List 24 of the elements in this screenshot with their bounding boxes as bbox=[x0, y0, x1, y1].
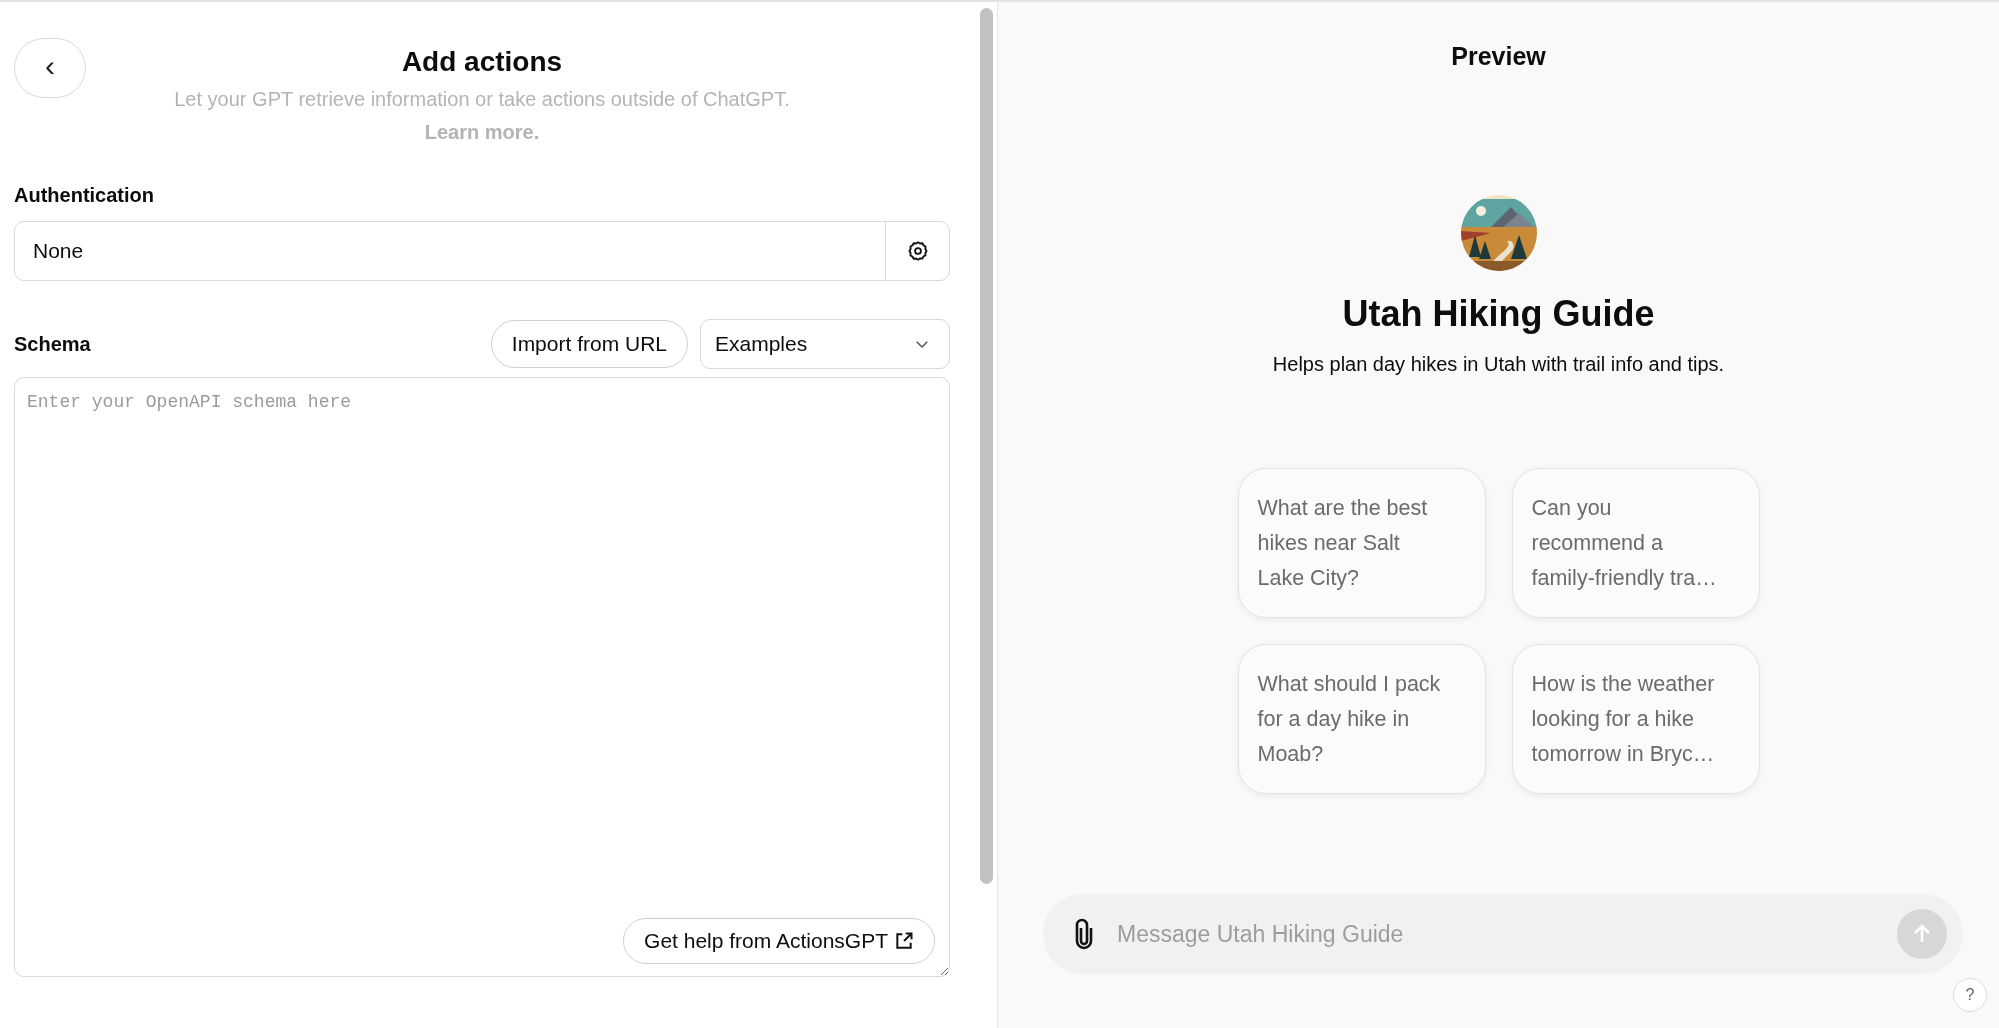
schema-label: Schema bbox=[14, 332, 91, 356]
actionsgpt-button[interactable]: Get help from ActionsGPT bbox=[623, 918, 935, 964]
message-field[interactable]: Message Utah Hiking Guide bbox=[1043, 894, 1963, 974]
import-button[interactable]: Import from URL bbox=[490, 320, 688, 368]
gpt-description: Helps plan day hikes in Utah with trail info and tips. bbox=[1272, 353, 1725, 376]
suggestion-card[interactable]: Can you recommend a family-friendly tra… bbox=[1511, 468, 1760, 618]
suggestion-card[interactable]: What should I pack for a day hike in Moab? bbox=[1237, 644, 1486, 794]
help-button[interactable]: ? bbox=[1953, 978, 1987, 1012]
paperclip-icon[interactable] bbox=[1073, 918, 1095, 950]
authentication-label: Authentication bbox=[14, 184, 155, 207]
authentication-field[interactable]: None bbox=[14, 221, 950, 281]
preview-title: Preview bbox=[1451, 42, 1546, 71]
examples-dropdown[interactable]: Examples bbox=[700, 319, 950, 369]
gpt-name: Utah Hiking Guide bbox=[1342, 293, 1655, 335]
external-link-icon bbox=[894, 931, 914, 951]
settings-icon bbox=[906, 240, 929, 262]
authentication-value: None bbox=[32, 238, 85, 264]
message-input[interactable]: Message Utah Hiking Guide bbox=[1115, 919, 1877, 949]
scrollbar-thumb[interactable] bbox=[980, 8, 993, 884]
back-button[interactable]: ‹ bbox=[14, 38, 86, 98]
suggestion-card[interactable]: What are the best hikes near Salt Lake City? bbox=[1237, 468, 1486, 618]
suggestion-card[interactable]: How is the weather looking for a hike tomorrow in Bryc… bbox=[1511, 644, 1760, 794]
page-title: Add actions bbox=[401, 46, 563, 78]
page-subtitle: Let your GPT retrieve information or take actions outside of ChatGPT. bbox=[174, 88, 790, 111]
